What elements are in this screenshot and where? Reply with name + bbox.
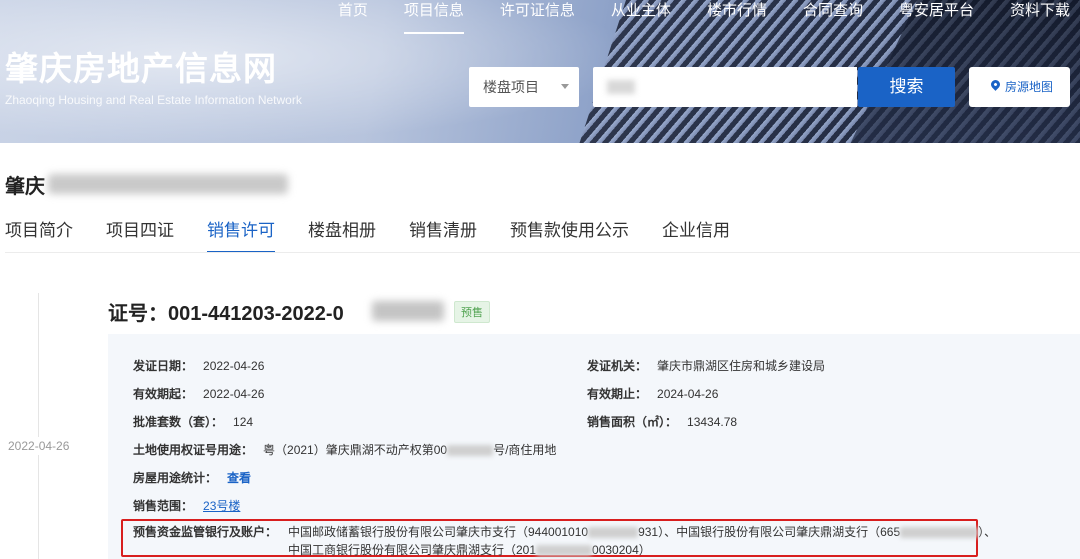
nav-contract-query[interactable]: 合同查询 bbox=[803, 0, 863, 26]
valid-to-label: 有效期止： bbox=[587, 387, 648, 401]
tab-enterprise-credit[interactable]: 企业信用 bbox=[662, 218, 730, 244]
project-title: 肇庆 bbox=[5, 176, 45, 198]
tab-presale-fund-usage[interactable]: 预售款使用公示 bbox=[510, 218, 629, 244]
bank-label: 预售资金监管银行及账户： bbox=[133, 525, 278, 539]
issuer-label: 发证机关： bbox=[587, 359, 648, 373]
map-button-label: 房源地图 bbox=[1005, 80, 1054, 94]
bank-line-1: 中国邮政储蓄银行股份有限公司肇庆市支行（944001010 931）、中国银行股份… bbox=[288, 523, 996, 540]
issuer-value: 肇庆市鼎湖区住房和城乡建设局 bbox=[657, 359, 826, 373]
units-label: 批准套数（套）： bbox=[133, 415, 224, 429]
map-button[interactable]: 房源地图 bbox=[969, 67, 1070, 107]
issue-date-label: 发证日期： bbox=[133, 359, 194, 373]
area-label: 销售面积（㎡）： bbox=[587, 415, 678, 429]
units-field: 批准套数（套）： 124 bbox=[133, 413, 253, 430]
land-field: 土地使用权证号用途： 粤（2021）肇庆鼎湖不动产权第00 号/商住用地 bbox=[133, 441, 556, 458]
timeline-line bbox=[38, 293, 39, 559]
bank-account-3-redacted bbox=[536, 545, 593, 557]
site-title[interactable]: 肇庆房地产信息网 bbox=[5, 42, 277, 90]
nav-market[interactable]: 楼市行情 bbox=[707, 0, 767, 26]
area-value: 13434.78 bbox=[687, 415, 738, 429]
issue-date-field: 发证日期： 2022-04-26 bbox=[133, 357, 264, 374]
land-value-suffix: 号/商住用地 bbox=[493, 443, 557, 457]
land-label: 土地使用权证号用途： bbox=[133, 443, 254, 457]
map-pin-icon bbox=[989, 78, 1002, 91]
top-nav: 首页 项目信息 许可证信息 从业主体 楼市行情 合同查询 粤安居平台 资料下载 bbox=[338, 0, 1070, 34]
land-value-prefix: 粤（2021）肇庆鼎湖不动产权第00 bbox=[263, 443, 448, 457]
cert-number-redacted bbox=[372, 301, 444, 321]
site-subtitle: Zhaoqing Housing and Real Estate Informa… bbox=[5, 93, 302, 107]
nav-license-info[interactable]: 许可证信息 bbox=[500, 0, 575, 26]
tab-four-certificates[interactable]: 项目四证 bbox=[106, 218, 174, 244]
scope-label: 销售范围： bbox=[133, 499, 194, 513]
bank-account-2-redacted bbox=[900, 527, 979, 539]
bank-line-2: 中国工商银行股份有限公司肇庆鼎湖支行（201 0030204） bbox=[288, 541, 651, 558]
valid-to-field: 有效期止： 2024-04-26 bbox=[587, 385, 718, 402]
project-tabs: 项目简介 项目四证 销售许可 楼盘相册 销售清册 预售款使用公示 企业信用 bbox=[5, 218, 763, 253]
nav-yue-an-ju[interactable]: 粤安居平台 bbox=[899, 0, 974, 26]
bank-line-1-c: ）、 bbox=[978, 525, 997, 539]
tab-project-intro[interactable]: 项目简介 bbox=[5, 218, 73, 244]
usage-view-link[interactable]: 查看 bbox=[227, 471, 251, 485]
bank-line-1-a: 中国邮政储蓄银行股份有限公司肇庆市支行（944001010 bbox=[288, 525, 589, 539]
valid-from-field: 有效期起： 2022-04-26 bbox=[133, 385, 264, 402]
area-field: 销售面积（㎡）： 13434.78 bbox=[587, 413, 737, 430]
project-title-redacted bbox=[48, 174, 288, 194]
nav-project-info[interactable]: 项目信息 bbox=[403, 0, 464, 34]
tab-sales-list[interactable]: 销售清册 bbox=[409, 218, 477, 244]
valid-from-label: 有效期起： bbox=[133, 387, 194, 401]
cert-number: 证号：001-441203-2022-0 bbox=[108, 303, 344, 325]
units-value: 124 bbox=[233, 415, 254, 429]
bank-line-2-b: 0030204） bbox=[592, 543, 651, 557]
search-type-select[interactable]: 楼盘项目 bbox=[469, 67, 579, 107]
search-button[interactable]: 搜索 bbox=[858, 67, 955, 107]
tab-photo-album[interactable]: 楼盘相册 bbox=[308, 218, 376, 244]
nav-home[interactable]: 首页 bbox=[338, 0, 368, 26]
timeline-date: 2022-04-26 bbox=[8, 437, 70, 455]
bank-account-1-redacted bbox=[588, 527, 639, 539]
status-badge: 预售 bbox=[454, 301, 490, 323]
tabs-divider bbox=[5, 252, 1080, 253]
search-type-value: 楼盘项目 bbox=[483, 79, 539, 95]
land-value-redacted bbox=[447, 445, 494, 457]
nav-practitioners[interactable]: 从业主体 bbox=[611, 0, 671, 26]
issuer-field: 发证机关： 肇庆市鼎湖区住房和城乡建设局 bbox=[587, 357, 825, 374]
tab-sales-license[interactable]: 销售许可 bbox=[207, 218, 275, 253]
nav-downloads[interactable]: 资料下载 bbox=[1010, 0, 1070, 26]
search-input-redacted bbox=[607, 80, 635, 94]
usage-label: 房屋用途统计： bbox=[133, 471, 218, 485]
valid-from-value: 2022-04-26 bbox=[203, 387, 265, 401]
header-banner: 首页 项目信息 许可证信息 从业主体 楼市行情 合同查询 粤安居平台 资料下载 … bbox=[0, 0, 1080, 143]
scope-link[interactable]: 23号楼 bbox=[203, 499, 240, 513]
bank-line-1-b: 931）、中国银行股份有限公司肇庆鼎湖支行（665 bbox=[638, 525, 901, 539]
issue-date-value: 2022-04-26 bbox=[203, 359, 265, 373]
valid-to-value: 2024-04-26 bbox=[657, 387, 719, 401]
chevron-down-icon bbox=[561, 84, 569, 89]
bank-line-2-a: 中国工商银行股份有限公司肇庆鼎湖支行（201 bbox=[288, 543, 537, 557]
scope-field: 销售范围： 23号楼 bbox=[133, 497, 240, 514]
usage-field: 房屋用途统计： 查看 bbox=[133, 469, 251, 486]
